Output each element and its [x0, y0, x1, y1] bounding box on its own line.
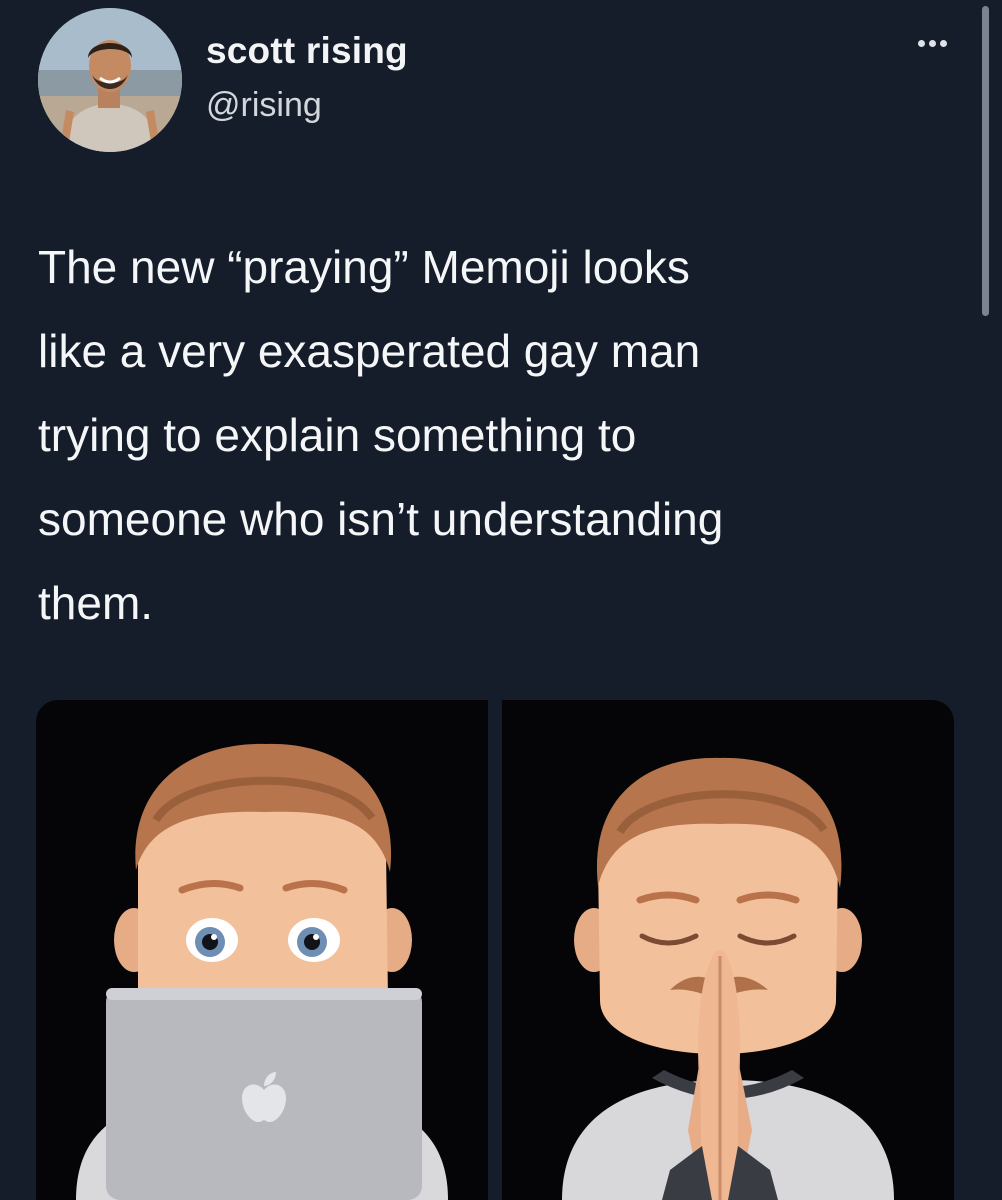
memoji-praying-illustration — [562, 757, 894, 1200]
author-display-name[interactable]: scott rising — [206, 30, 408, 72]
author-avatar[interactable] — [38, 8, 182, 152]
tweet: scott rising @rising The new “praying” M… — [0, 0, 1002, 1200]
more-options-button[interactable] — [908, 28, 956, 58]
media-image-left[interactable] — [36, 700, 488, 1200]
avatar-photo — [38, 8, 182, 152]
media-image-right[interactable] — [502, 700, 954, 1200]
more-horizontal-icon — [917, 39, 925, 47]
memoji-laptop-illustration — [76, 743, 448, 1200]
tweet-media[interactable] — [36, 700, 954, 1200]
scrollbar[interactable] — [982, 6, 989, 316]
tweet-text: The new “praying” Memoji looks like a ve… — [38, 241, 724, 629]
author-handle[interactable]: @rising — [206, 86, 322, 125]
